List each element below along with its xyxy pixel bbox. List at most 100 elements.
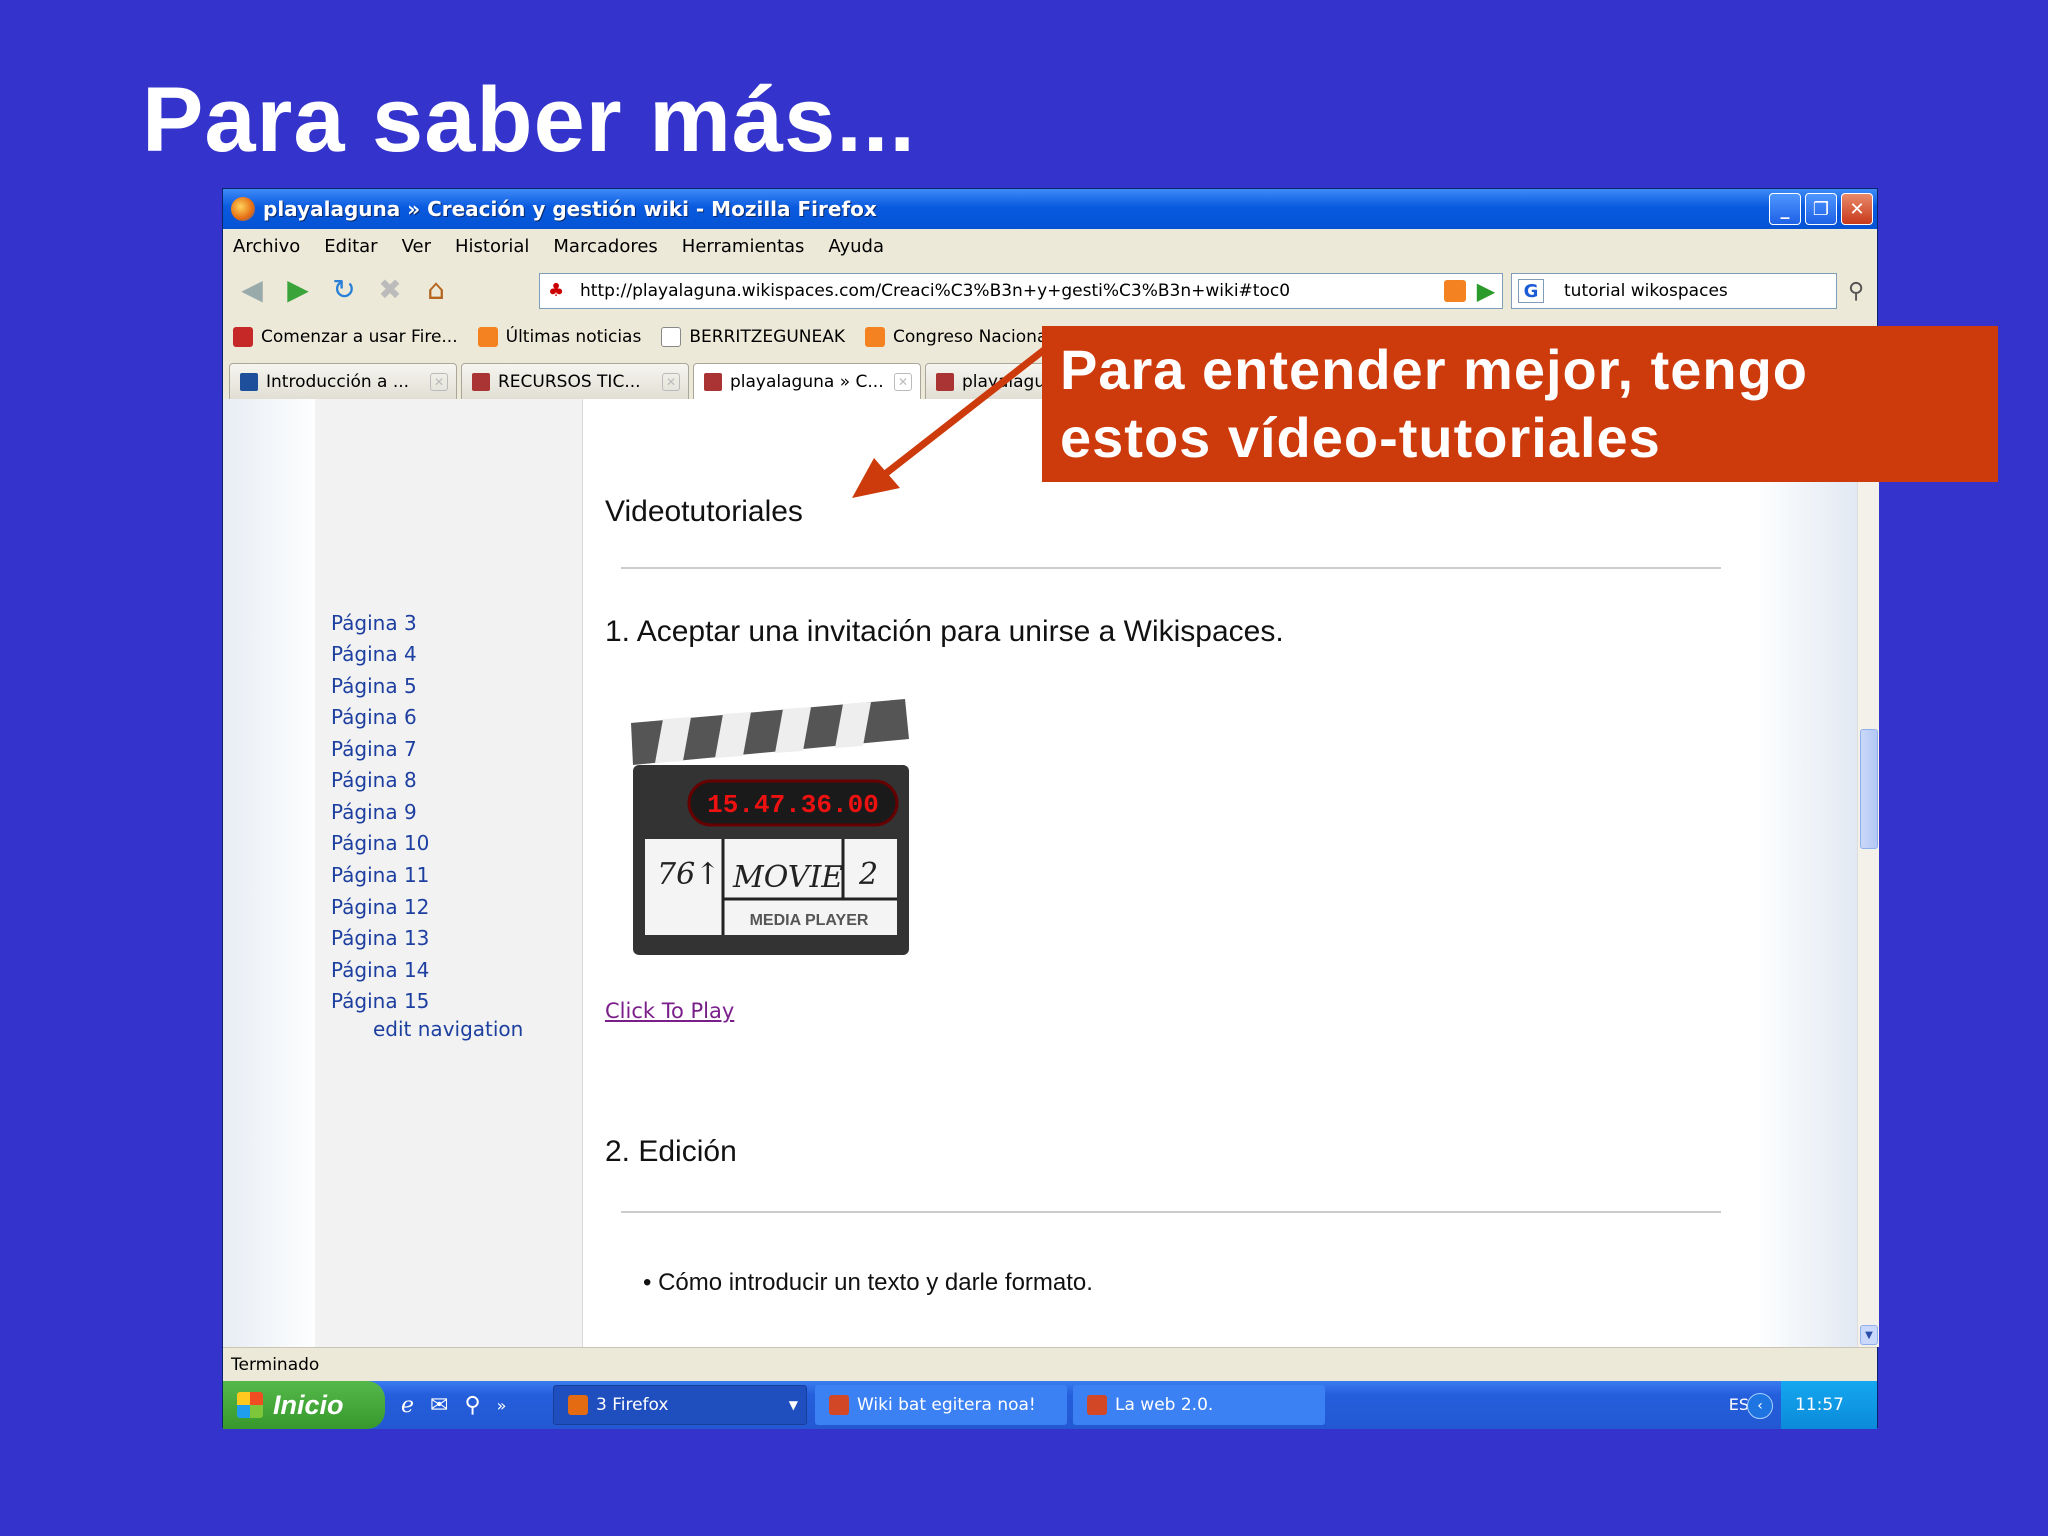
google-search-engine-icon[interactable]: G xyxy=(1518,279,1544,303)
firefox-icon xyxy=(568,1395,588,1415)
chevron-down-icon: ▼ xyxy=(788,1398,798,1412)
windows-flag-icon xyxy=(237,1392,263,1418)
search-text: tutorial wikospaces xyxy=(1564,281,1728,301)
powerpoint-icon xyxy=(1087,1395,1107,1415)
slate-take: 2 xyxy=(858,857,878,892)
menu-marcadores[interactable]: Marcadores xyxy=(553,236,657,257)
stop-icon[interactable]: ✖ xyxy=(373,272,407,306)
rss-icon xyxy=(477,327,498,347)
scroll-down-icon[interactable]: ▼ xyxy=(1860,1325,1878,1345)
restore-button[interactable]: ❐ xyxy=(1805,193,1837,225)
sidebar-item-pagina-4[interactable]: Página 4 xyxy=(331,642,417,666)
menu-ayuda[interactable]: Ayuda xyxy=(828,236,884,257)
start-button[interactable]: Inicio xyxy=(223,1381,385,1429)
sidebar-item-pagina-10[interactable]: Página 10 xyxy=(331,831,429,855)
bookmark-item[interactable]: Comenzar a usar Fire... xyxy=(233,327,458,347)
video-player-thumbnail[interactable]: 15.47.36.00 76↑ MOVIE 2 MEDIA PLAYER xyxy=(623,699,913,959)
sidebar-item-pagina-3[interactable]: Página 3 xyxy=(331,611,417,635)
edit-navigation-link[interactable]: edit navigation xyxy=(373,1017,523,1041)
close-button[interactable]: ✕ xyxy=(1841,193,1873,225)
sidebar-item-pagina-8[interactable]: Página 8 xyxy=(331,768,417,792)
callout-line-1: Para entender mejor, tengo xyxy=(1060,338,1808,401)
sidebar-item-pagina-7[interactable]: Página 7 xyxy=(331,737,417,761)
forward-arrow-icon[interactable]: ▶ xyxy=(281,272,315,306)
firefox-icon xyxy=(231,197,255,221)
window-titlebar[interactable]: playalaguna » Creación y gestión wiki - … xyxy=(223,189,1877,229)
sidebar-item-pagina-14[interactable]: Página 14 xyxy=(331,958,429,982)
sidebar-item-pagina-15[interactable]: Página 15 xyxy=(331,989,429,1013)
firefox-start-icon xyxy=(233,327,253,347)
back-arrow-icon[interactable]: ◀ xyxy=(235,272,269,306)
search-magnifier-icon[interactable]: ⚲ xyxy=(1837,273,1875,309)
tab-close-icon[interactable]: ✕ xyxy=(430,373,448,391)
url-text: http://playalaguna.wikispaces.com/Creaci… xyxy=(580,281,1291,301)
sidebar-item-pagina-11[interactable]: Página 11 xyxy=(331,863,429,887)
slate-scene: 76↑ xyxy=(657,857,720,892)
clock: 11:57 xyxy=(1795,1395,1844,1415)
click-to-play-link[interactable]: Click To Play xyxy=(605,999,734,1023)
sidebar-item-pagina-13[interactable]: Página 13 xyxy=(331,926,429,950)
more-quicklaunch-icon[interactable]: » xyxy=(497,1396,507,1415)
taskbar-item-ppt-2[interactable]: La web 2.0. xyxy=(1073,1385,1325,1425)
tab-close-icon[interactable]: ✕ xyxy=(894,373,912,391)
minimize-button[interactable]: _ xyxy=(1769,193,1801,225)
windows-taskbar: Inicio ℯ ✉ ⚲ » 3 Firefox ▼ Wiki bat egite… xyxy=(223,1381,1877,1429)
divider xyxy=(621,1211,1721,1213)
url-input[interactable]: ♣ http://playalaguna.wikispaces.com/Crea… xyxy=(539,273,1503,309)
rss-icon xyxy=(865,327,885,347)
status-bar: Terminado xyxy=(223,1347,1877,1381)
vertical-scrollbar[interactable]: ▼ xyxy=(1857,399,1879,1347)
sidebar-item-pagina-12[interactable]: Página 12 xyxy=(331,895,429,919)
sidebar-item-pagina-6[interactable]: Página 6 xyxy=(331,705,417,729)
rss-feed-icon[interactable] xyxy=(1444,280,1466,302)
site-favicon-icon: ♣ xyxy=(548,280,565,301)
callout-box: Para entender mejor, tengo estos vídeo-t… xyxy=(1042,326,1998,482)
system-tray: ‹ 11:57 xyxy=(1747,1381,1877,1429)
list-item: • Cómo introducir un texto y darle forma… xyxy=(643,1269,1093,1296)
slide-title: Para saber más... xyxy=(142,69,916,171)
sidebar-item-pagina-5[interactable]: Página 5 xyxy=(331,674,417,698)
language-indicator[interactable]: ES xyxy=(1729,1395,1749,1414)
go-arrow-icon[interactable]: ▶ xyxy=(1469,273,1503,309)
tab-playalaguna[interactable]: playalaguna » C... ✕ xyxy=(693,363,921,399)
menu-historial[interactable]: Historial xyxy=(455,236,529,257)
ie-quicklaunch-icon[interactable]: ℯ xyxy=(401,1393,414,1418)
menu-ver[interactable]: Ver xyxy=(402,236,431,257)
menu-editar[interactable]: Editar xyxy=(324,236,377,257)
window-title: playalaguna » Creación y gestión wiki - … xyxy=(263,197,877,221)
taskbar-item-firefox[interactable]: 3 Firefox ▼ xyxy=(553,1385,807,1425)
reload-icon[interactable]: ↻ xyxy=(327,272,361,306)
taskbar-item-ppt-1[interactable]: Wiki bat egitera noa! xyxy=(815,1385,1067,1425)
page-icon xyxy=(661,327,682,347)
tab-favicon-icon xyxy=(704,372,722,391)
page-heading: Videotutoriales xyxy=(605,495,803,528)
menu-archivo[interactable]: Archivo xyxy=(233,236,300,257)
page-content: Página 3 Página 4 Página 5 Página 6 Pági… xyxy=(223,399,1857,1347)
slate-title: MOVIE xyxy=(732,860,843,895)
powerpoint-icon xyxy=(829,1395,849,1415)
tab-introduccion[interactable]: Introducción a ... ✕ xyxy=(229,363,457,399)
menu-herramientas[interactable]: Herramientas xyxy=(682,236,805,257)
home-icon[interactable]: ⌂ xyxy=(419,272,453,306)
video-timecode: 15.47.36.00 xyxy=(707,790,879,820)
sidebar-item-pagina-9[interactable]: Página 9 xyxy=(331,800,417,824)
outlook-quicklaunch-icon[interactable]: ✉ xyxy=(430,1393,448,1418)
tab-favicon-icon xyxy=(472,372,490,391)
section-1-heading: 1. Aceptar una invitación para unirse a … xyxy=(605,615,1284,648)
bookmark-item[interactable]: Últimas noticias xyxy=(477,327,641,347)
search-quicklaunch-icon[interactable]: ⚲ xyxy=(464,1393,480,1418)
menu-bar: Archivo Editar Ver Historial Marcadores … xyxy=(223,229,1877,263)
bookmark-item[interactable]: BERRITZEGUNEAK xyxy=(661,327,845,347)
section-2-heading: 2. Edición xyxy=(605,1135,737,1168)
callout-line-2: estos vídeo-tutoriales xyxy=(1060,406,1661,469)
tab-recursos-tic[interactable]: RECURSOS TIC... ✕ xyxy=(461,363,689,399)
divider xyxy=(621,567,1721,569)
scrollbar-thumb[interactable] xyxy=(1860,729,1878,849)
tab-favicon-icon xyxy=(936,372,954,391)
tray-expand-icon[interactable]: ‹ xyxy=(1747,1393,1773,1419)
tab-favicon-icon xyxy=(240,372,258,391)
search-input[interactable]: G tutorial wikospaces xyxy=(1511,273,1837,309)
slate-subtitle: MEDIA PLAYER xyxy=(750,912,869,929)
tab-close-icon[interactable]: ✕ xyxy=(662,373,680,391)
wiki-sidebar: Página 3 Página 4 Página 5 Página 6 Pági… xyxy=(315,399,583,1347)
